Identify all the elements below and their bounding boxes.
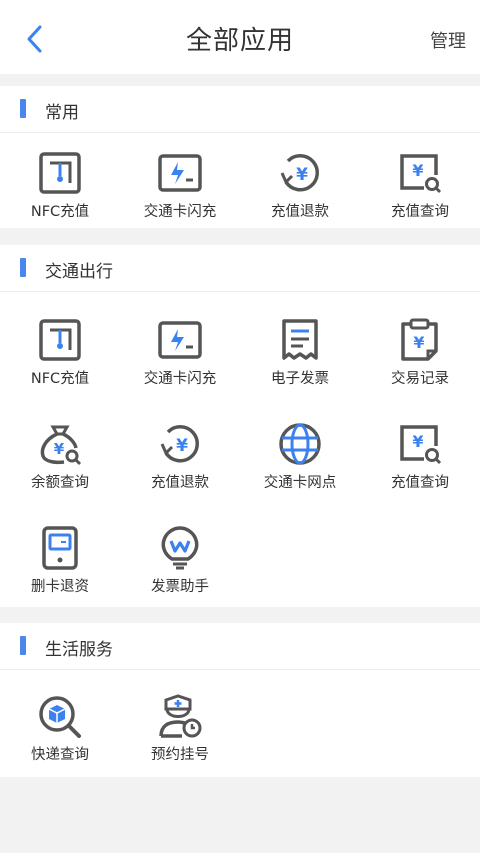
app-label: 快递查询 — [31, 747, 89, 763]
app-card-outlets[interactable]: 交通卡网点 — [240, 422, 360, 526]
svg-text:¥: ¥ — [54, 440, 65, 458]
app-flash-charge[interactable]: 交通卡闪充 — [120, 318, 240, 422]
section-accent-bar — [20, 258, 26, 277]
app-label: NFC充值 — [30, 371, 90, 387]
app-label: 充值退款 — [271, 204, 329, 220]
app-transactions[interactable]: ¥ 交易记录 — [360, 318, 480, 422]
app-nfc-recharge[interactable]: NFC充值 — [0, 151, 120, 255]
lightbulb-icon — [161, 526, 199, 570]
app-label: NFC充值 — [30, 204, 90, 220]
app-express-query[interactable]: 快递查询 — [0, 694, 120, 798]
clipboard-yen-icon: ¥ — [401, 318, 438, 361]
app-label: 交通卡闪充 — [143, 204, 217, 220]
svg-text:¥: ¥ — [412, 161, 423, 180]
receipt-icon — [282, 319, 318, 360]
nfc-card-icon — [39, 319, 81, 361]
app-label: 充值查询 — [391, 475, 449, 491]
app-refund[interactable]: ¥ 充值退款 — [120, 422, 240, 526]
globe-icon — [279, 423, 321, 465]
app-label: 充值退款 — [151, 475, 209, 491]
manage-button[interactable]: 管理 — [430, 27, 466, 53]
section-title: 交通出行 — [45, 262, 113, 282]
app-label: 交通卡网点 — [263, 475, 337, 491]
section-title: 常用 — [45, 103, 79, 123]
section-common: 常用 NFC充值 交通卡闪充 ¥ 充值退款 ¥ 充值查询 — [0, 86, 480, 228]
app-nfc-recharge[interactable]: NFC充值 — [0, 318, 120, 422]
svg-text:¥: ¥ — [296, 165, 308, 185]
app-flash-charge[interactable]: 交通卡闪充 — [120, 151, 240, 255]
section-title: 生活服务 — [45, 640, 113, 660]
app-delete-card-refund[interactable]: 删卡退资 — [0, 526, 120, 630]
nfc-card-icon — [39, 152, 81, 194]
app-e-invoice[interactable]: 电子发票 — [240, 318, 360, 422]
app-label: 交通卡闪充 — [143, 371, 217, 387]
app-hospital-booking[interactable]: 预约挂号 — [120, 694, 240, 798]
flash-charge-icon — [158, 154, 202, 192]
app-label: 电子发票 — [271, 371, 329, 387]
section-header: 交通出行 — [0, 245, 480, 292]
recharge-query-icon: ¥ — [400, 425, 442, 465]
money-bag-search-icon: ¥ — [40, 425, 82, 466]
svg-text:¥: ¥ — [413, 333, 424, 352]
svg-text:¥: ¥ — [412, 432, 423, 451]
app-label: 预约挂号 — [151, 747, 209, 763]
app-label: 充值查询 — [391, 204, 449, 220]
doctor-clock-icon — [159, 694, 202, 738]
refund-icon: ¥ — [160, 425, 200, 463]
app-label: 删卡退资 — [31, 579, 89, 595]
header: 全部应用 管理 — [0, 0, 480, 74]
app-label: 发票助手 — [151, 579, 209, 595]
app-refund[interactable]: ¥ 充值退款 — [240, 151, 360, 255]
section-header: 生活服务 — [0, 623, 480, 670]
page-title: 全部应用 — [185, 26, 294, 56]
section-header: 常用 — [0, 86, 480, 133]
section-accent-bar — [20, 99, 26, 118]
app-recharge-query[interactable]: ¥ 充值查询 — [360, 151, 480, 255]
app-invoice-assistant[interactable]: 发票助手 — [120, 526, 240, 630]
svg-text:¥: ¥ — [176, 436, 188, 456]
recharge-query-icon: ¥ — [400, 154, 442, 194]
package-search-icon — [39, 696, 81, 738]
app-balance-query[interactable]: ¥ 余额查询 — [0, 422, 120, 526]
section-life-services: 生活服务 快递查询 预约挂号 — [0, 623, 480, 777]
section-transport: 交通出行 NFC充值 交通卡闪充 电子发票 ¥ 交易记录 ¥ 余额查询 ¥ 充值… — [0, 245, 480, 607]
refund-icon: ¥ — [280, 154, 320, 192]
phone-card-icon — [42, 526, 78, 570]
flash-charge-icon — [158, 321, 202, 359]
app-label: 交易记录 — [391, 371, 449, 387]
section-accent-bar — [20, 636, 26, 655]
app-label: 余额查询 — [31, 475, 89, 491]
app-recharge-query[interactable]: ¥ 充值查询 — [360, 422, 480, 526]
